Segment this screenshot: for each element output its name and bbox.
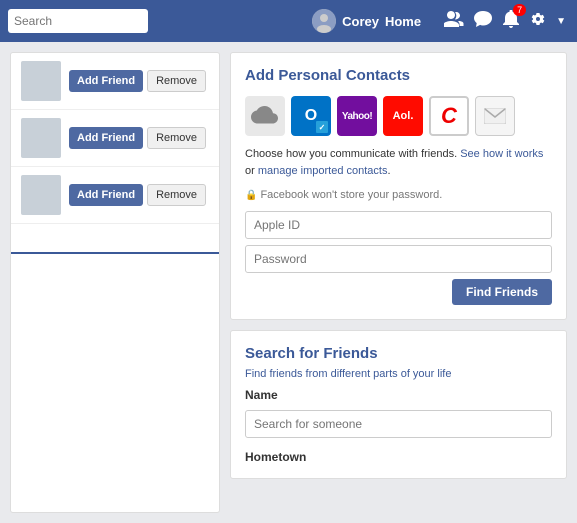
- friend-item: Add Friend Remove: [11, 167, 219, 224]
- friend-actions: Add Friend Remove: [69, 70, 209, 92]
- add-contacts-card: Add Personal Contacts O ✓ Yahoo!: [230, 52, 567, 320]
- navbar-home-link[interactable]: Home: [385, 14, 421, 29]
- add-friend-button[interactable]: Add Friend: [69, 127, 143, 149]
- remove-button[interactable]: Remove: [147, 127, 206, 149]
- contact-description: Choose how you communicate with friends.…: [245, 146, 552, 179]
- find-friends-button[interactable]: Find Friends: [452, 279, 552, 305]
- yahoo-icon[interactable]: Yahoo!: [337, 96, 377, 136]
- navbar: Corey Home 7 ▼: [0, 0, 577, 42]
- friend-avatar: [21, 175, 61, 215]
- navbar-username[interactable]: Corey: [342, 14, 379, 29]
- friend-info: Add Friend Remove: [69, 127, 209, 149]
- see-how-link[interactable]: See how it works: [460, 148, 543, 160]
- friend-suggestions-panel: Add Friend Remove Add Friend Remove Add …: [10, 52, 220, 513]
- name-field-label: Name: [245, 388, 552, 402]
- search-friends-title: Search for Friends: [245, 345, 552, 362]
- password-input[interactable]: [245, 245, 552, 273]
- aol-icon[interactable]: Aol.: [383, 96, 423, 136]
- friend-item-divider: [11, 224, 219, 254]
- friend-avatar: [21, 118, 61, 158]
- search-someone-input[interactable]: [245, 410, 552, 438]
- add-friend-button[interactable]: Add Friend: [69, 70, 143, 92]
- password-note: 🔒 Facebook won't store your password.: [245, 189, 552, 201]
- settings-icon[interactable]: [530, 11, 546, 32]
- outlook-icon[interactable]: O ✓: [291, 96, 331, 136]
- notification-badge: 7: [513, 4, 526, 16]
- right-panel: Add Personal Contacts O ✓ Yahoo!: [230, 52, 567, 513]
- navbar-search-input[interactable]: [8, 9, 148, 33]
- lock-icon: 🔒: [245, 190, 257, 201]
- friend-avatar: [21, 61, 61, 101]
- friend-item: Add Friend Remove: [11, 110, 219, 167]
- hometown-label: Hometown: [245, 450, 552, 464]
- search-friends-card: Search for Friends Find friends from dif…: [230, 330, 567, 479]
- friends-icon[interactable]: [444, 11, 464, 32]
- contact-icons-row: O ✓ Yahoo! Aol. C: [245, 96, 552, 136]
- apple-id-input[interactable]: [245, 211, 552, 239]
- add-friend-button[interactable]: Add Friend: [69, 184, 143, 206]
- main-container: Add Friend Remove Add Friend Remove Add …: [0, 42, 577, 523]
- navbar-icons: 7 ▼: [441, 10, 569, 33]
- icloud-icon[interactable]: [245, 96, 285, 136]
- remove-button[interactable]: Remove: [147, 184, 206, 206]
- manage-contacts-link[interactable]: manage imported contacts: [258, 165, 388, 177]
- email-icon[interactable]: [475, 96, 515, 136]
- messages-icon[interactable]: [474, 11, 492, 32]
- other-contact-icon[interactable]: C: [429, 96, 469, 136]
- dropdown-icon[interactable]: ▼: [556, 16, 566, 27]
- avatar: [312, 9, 336, 33]
- friend-actions: Add Friend Remove: [69, 184, 209, 206]
- search-friends-description: Find friends from different parts of you…: [245, 368, 552, 380]
- remove-button[interactable]: Remove: [147, 70, 206, 92]
- notifications-icon[interactable]: 7: [502, 10, 520, 33]
- friend-actions: Add Friend Remove: [69, 127, 209, 149]
- add-contacts-title: Add Personal Contacts: [245, 67, 552, 84]
- friend-info: Add Friend Remove: [69, 184, 209, 206]
- friend-info: Add Friend Remove: [69, 70, 209, 92]
- friend-item: Add Friend Remove: [11, 53, 219, 110]
